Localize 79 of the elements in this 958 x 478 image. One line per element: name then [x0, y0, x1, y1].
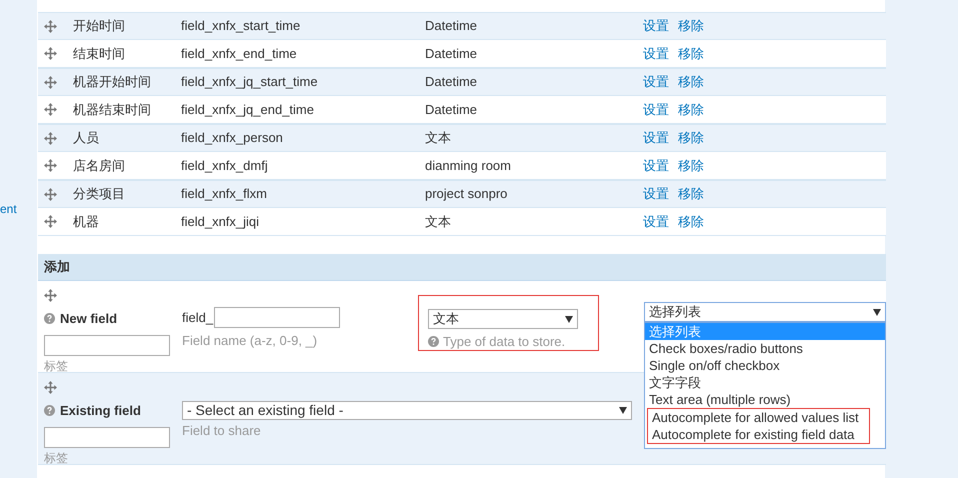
remove-link[interactable]: 移除	[678, 212, 704, 232]
sidebar-link[interactable]: ent	[0, 200, 17, 218]
drag-handle-icon[interactable]	[44, 47, 57, 60]
remove-link[interactable]: 移除	[678, 16, 704, 36]
settings-link[interactable]: 设置	[643, 128, 669, 148]
drag-handle-icon[interactable]	[44, 103, 57, 116]
machine-name: field_xnfx_jq_end_time	[181, 100, 315, 119]
dropdown-option[interactable]: Check boxes/radio buttons	[645, 340, 885, 357]
field-label: 结束时间	[73, 44, 126, 63]
caret-icon	[873, 308, 881, 316]
field-type: dianming room	[425, 156, 512, 175]
remove-link[interactable]: 移除	[678, 128, 704, 148]
dropdown-option[interactable]: Autocomplete for allowed values list	[648, 409, 869, 426]
field-label: 分类项目	[73, 185, 126, 204]
type-select[interactable]: 文本	[428, 309, 578, 329]
remove-link[interactable]: 移除	[678, 72, 704, 92]
field-hint: 标签	[44, 450, 69, 466]
drag-handle-icon[interactable]	[44, 76, 57, 88]
section-header: 添加	[38, 254, 886, 281]
field-hint: 标签	[44, 358, 69, 374]
settings-link[interactable]: 设置	[643, 212, 669, 232]
drag-handle-icon[interactable]	[44, 381, 57, 394]
help-icon	[44, 405, 55, 416]
dropdown-option[interactable]: Text area (multiple rows)	[645, 391, 885, 408]
dropdown-option[interactable]: 文字字段	[645, 374, 885, 391]
field-label: 开始时间	[73, 17, 126, 36]
settings-link[interactable]: 设置	[643, 16, 669, 36]
field-label: 人员	[73, 129, 100, 148]
field-type: Datetime	[425, 17, 478, 36]
settings-link[interactable]: 设置	[643, 44, 669, 64]
remove-link[interactable]: 移除	[678, 100, 704, 120]
drag-handle-icon[interactable]	[44, 159, 57, 172]
field-type: Datetime	[425, 44, 478, 63]
remove-link[interactable]: 移除	[678, 156, 704, 176]
field-type: Datetime	[425, 100, 478, 119]
field-label: 店名房间	[73, 156, 126, 175]
help-icon	[44, 313, 55, 324]
label-input[interactable]	[44, 334, 170, 356]
drag-handle-icon[interactable]	[44, 188, 57, 200]
field-label: 机器	[73, 212, 100, 231]
field-type: 文本	[425, 212, 452, 231]
field-title: New field	[60, 310, 118, 328]
dropdown-option[interactable]: Single on/off checkbox	[645, 357, 885, 374]
field-hint: Field to share	[182, 422, 262, 440]
drag-handle-icon[interactable]	[44, 215, 57, 228]
field-type: project sonpro	[425, 185, 508, 204]
existing-field-select[interactable]: - Select an existing field -	[182, 401, 632, 420]
name-input[interactable]	[214, 307, 340, 328]
remove-link[interactable]: 移除	[678, 44, 704, 64]
caret-icon	[565, 316, 573, 322]
dropdown-option[interactable]: Autocomplete for existing field data	[648, 426, 869, 443]
dropdown-option[interactable]: 选择列表	[645, 323, 885, 340]
drag-handle-icon[interactable]	[44, 132, 57, 144]
settings-link[interactable]: 设置	[643, 100, 669, 120]
settings-link[interactable]: 设置	[643, 184, 669, 204]
machine-name: field_xnfx_end_time	[181, 44, 298, 63]
settings-link[interactable]: 设置	[643, 156, 669, 176]
label-input[interactable]	[44, 426, 170, 448]
field-label: 机器结束时间	[73, 100, 152, 119]
help-icon	[428, 336, 439, 348]
machine-name: field_xnfx_jiqi	[181, 212, 260, 231]
machine-name: field_xnfx_flxm	[181, 185, 268, 204]
drag-handle-icon[interactable]	[44, 20, 57, 32]
field-hint: Field name (a-z, 0-9, _)	[182, 332, 318, 350]
field-type: Datetime	[425, 73, 478, 92]
machine-name: field_xnfx_start_time	[181, 17, 302, 36]
field-hint: Type of data to store.	[443, 333, 566, 351]
field-type: 文本	[425, 129, 452, 148]
settings-link[interactable]: 设置	[643, 72, 669, 92]
field-label: 机器开始时间	[73, 73, 152, 92]
machine-name: field_xnfx_person	[181, 129, 284, 148]
field-title: Existing field	[60, 402, 141, 420]
remove-link[interactable]: 移除	[678, 184, 704, 204]
field-prefix: field_	[182, 308, 214, 327]
machine-name: field_xnfx_jq_start_time	[181, 73, 319, 92]
drag-handle-icon[interactable]	[44, 289, 57, 302]
machine-name: field_xnfx_dmfj	[181, 156, 269, 175]
widget-select[interactable]: 选择列表	[644, 302, 886, 322]
caret-icon	[619, 407, 627, 414]
